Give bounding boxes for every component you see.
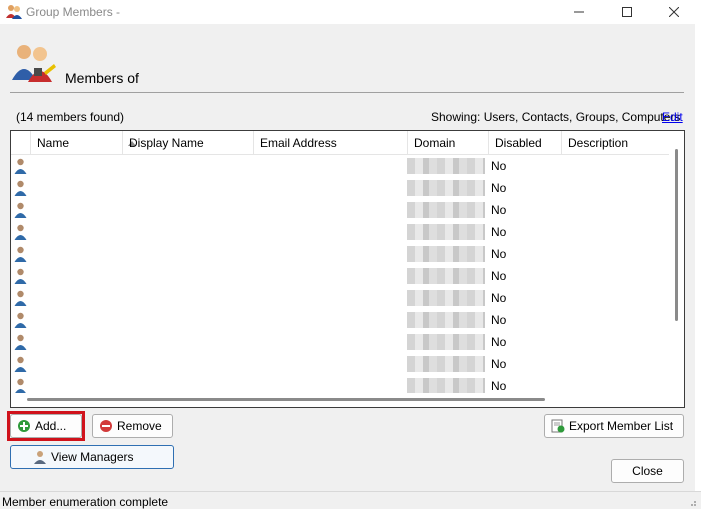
users-group-icon — [12, 45, 56, 82]
column-header-disabled[interactable]: Disabled — [489, 131, 562, 155]
disabled-cell: No — [491, 291, 507, 305]
domain-cell-redacted — [407, 180, 485, 196]
domain-cell-redacted — [407, 334, 485, 350]
remove-member-button[interactable]: Remove — [92, 414, 173, 438]
column-header-label: Display Name — [129, 136, 204, 150]
user-icon — [14, 312, 27, 328]
column-header-display-name[interactable]: Display Name — [123, 131, 254, 155]
column-header-label: Description — [568, 136, 629, 150]
user-icon — [14, 290, 27, 306]
domain-cell-redacted — [407, 224, 485, 240]
user-icon — [14, 180, 27, 196]
disabled-cell: No — [491, 379, 507, 393]
column-header-label: Disabled — [495, 136, 542, 150]
users-app-icon — [6, 5, 22, 19]
add-button-label: Add... — [35, 419, 67, 433]
window-title: Group Members - — [26, 5, 121, 19]
title-bar: Group Members - — [0, 0, 701, 24]
maximize-icon — [622, 7, 632, 17]
column-header-label: Email Address — [260, 136, 337, 150]
disabled-cell: No — [491, 269, 507, 283]
table-header: Name Display Name Email Address Domain D… — [11, 131, 669, 155]
domain-cell-redacted — [407, 268, 485, 284]
disabled-cell: No — [491, 159, 507, 173]
domain-cell-redacted — [407, 378, 485, 394]
user-icon — [14, 246, 27, 262]
status-bar: Member enumeration complete — [0, 491, 701, 509]
manager-icon — [34, 451, 46, 464]
user-icon — [14, 356, 27, 372]
export-member-list-button[interactable]: Export Member List — [544, 414, 684, 438]
members-found-count: (14 members found) — [16, 110, 125, 124]
add-icon — [18, 420, 30, 432]
resize-grip-icon[interactable] — [687, 497, 697, 507]
column-header-label: Domain — [414, 136, 456, 150]
domain-cell-redacted — [407, 202, 485, 218]
export-icon — [551, 419, 565, 433]
vertical-scrollbar[interactable] — [670, 131, 684, 407]
user-icon — [14, 202, 27, 218]
disabled-cell: No — [491, 225, 507, 239]
column-header-domain[interactable]: Domain — [408, 131, 489, 155]
vertical-scroll-thumb[interactable] — [675, 149, 678, 321]
close-window-button[interactable] — [651, 0, 697, 24]
user-icon — [14, 224, 27, 240]
horizontal-scrollbar[interactable] — [11, 393, 669, 407]
window-edge — [695, 24, 701, 491]
minimize-button[interactable] — [556, 0, 602, 24]
domain-cell-redacted — [407, 356, 485, 372]
user-icon — [14, 268, 27, 284]
column-header-icon[interactable] — [11, 131, 31, 155]
members-table[interactable]: Name Display Name Email Address Domain D… — [10, 130, 685, 408]
view-managers-label: View Managers — [51, 450, 134, 464]
disabled-cell: No — [491, 203, 507, 217]
domain-cell-redacted — [407, 312, 485, 328]
table-row[interactable]: No — [11, 265, 669, 287]
table-row[interactable]: No — [11, 155, 669, 177]
status-text: Member enumeration complete — [2, 495, 169, 509]
table-row[interactable]: No — [11, 243, 669, 265]
domain-cell-redacted — [407, 290, 485, 306]
disabled-cell: No — [491, 357, 507, 371]
user-icon — [14, 334, 27, 350]
disabled-cell: No — [491, 335, 507, 349]
minimize-icon — [574, 11, 584, 13]
members-of-label: Members of — [65, 70, 139, 86]
table-row[interactable]: No — [11, 199, 669, 221]
export-button-label: Export Member List — [569, 419, 674, 433]
user-icon — [14, 158, 27, 174]
close-icon — [669, 7, 679, 17]
close-button[interactable]: Close — [611, 459, 684, 483]
table-row[interactable]: No — [11, 353, 669, 375]
column-header-email-address[interactable]: Email Address — [254, 131, 408, 155]
disabled-cell: No — [491, 313, 507, 327]
edit-filter-link[interactable]: Edit — [662, 110, 683, 124]
table-row[interactable]: No — [11, 287, 669, 309]
column-header-name[interactable]: Name — [31, 131, 136, 155]
close-button-label: Close — [632, 464, 663, 478]
maximize-button[interactable] — [604, 0, 650, 24]
table-row[interactable]: No — [11, 221, 669, 243]
disabled-cell: No — [491, 247, 507, 261]
disabled-cell: No — [491, 181, 507, 195]
remove-icon — [100, 420, 112, 432]
view-managers-button[interactable]: View Managers — [10, 445, 174, 469]
horizontal-scroll-thumb[interactable] — [27, 398, 545, 401]
domain-cell-redacted — [407, 246, 485, 262]
table-row[interactable]: No — [11, 177, 669, 199]
domain-cell-redacted — [407, 158, 485, 174]
dialog-body: Members of (14 members found) Showing: U… — [0, 24, 695, 491]
table-row[interactable]: No — [11, 331, 669, 353]
showing-filter-text: Showing: Users, Contacts, Groups, Comput… — [431, 110, 681, 124]
user-icon — [14, 378, 27, 394]
column-header-description[interactable]: Description — [562, 131, 669, 155]
remove-button-label: Remove — [117, 419, 162, 433]
table-row[interactable]: No — [11, 309, 669, 331]
add-member-button[interactable]: Add... — [10, 414, 82, 438]
column-header-label: Name — [37, 136, 70, 150]
header-separator — [10, 92, 684, 93]
